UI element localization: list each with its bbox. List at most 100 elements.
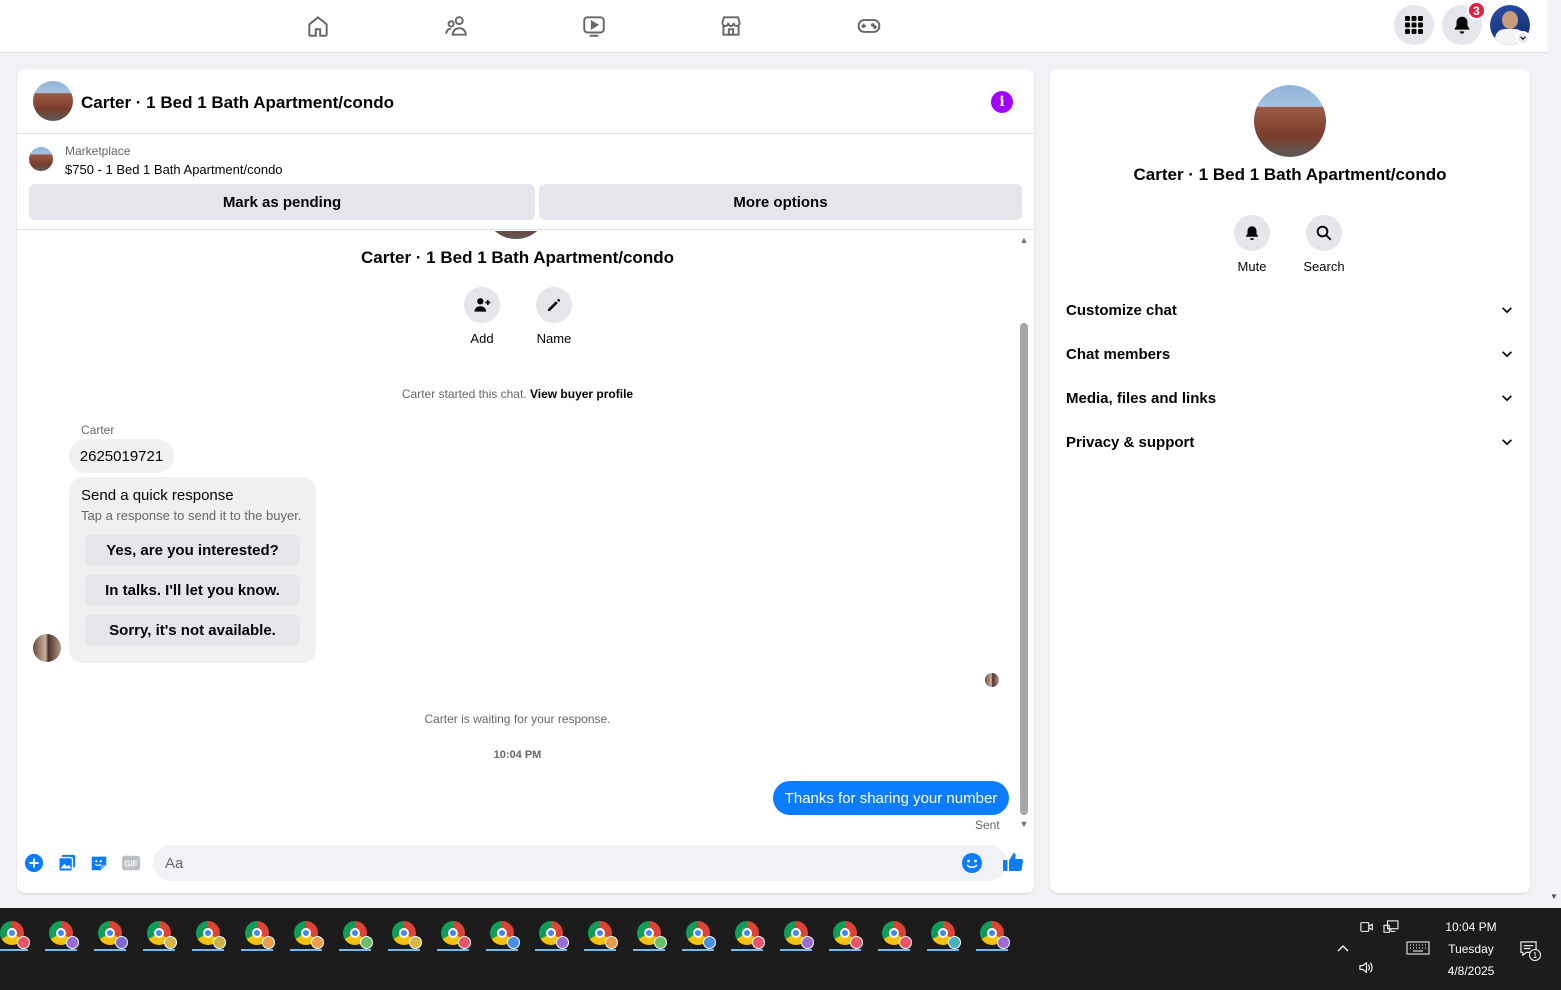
- section-label: Customize chat: [1066, 301, 1177, 319]
- chrome-icon: [980, 921, 1010, 949]
- notification-center-icon[interactable]: 1: [1519, 940, 1541, 961]
- view-buyer-profile-link[interactable]: View buyer profile: [530, 387, 633, 401]
- chrome-profile-taskbar-button[interactable]: [582, 918, 618, 951]
- search-button[interactable]: Search: [1289, 215, 1359, 274]
- section-privacy-support[interactable]: Privacy & support: [1058, 422, 1522, 462]
- chrome-profile-taskbar-button[interactable]: [141, 918, 177, 951]
- chrome-icon: [637, 921, 667, 949]
- friends-icon[interactable]: [436, 6, 476, 46]
- chrome-profile-taskbar-button[interactable]: [533, 918, 569, 951]
- chrome-icon: [392, 921, 422, 949]
- conversation-photo[interactable]: [1254, 85, 1326, 157]
- more-options-button[interactable]: More options: [539, 184, 1022, 220]
- marketplace-icon[interactable]: [711, 6, 751, 46]
- scrollbar-thumb[interactable]: [1020, 323, 1028, 815]
- chrome-profile-taskbar-button[interactable]: [386, 918, 422, 951]
- quick-response-title: Send a quick response: [81, 487, 234, 504]
- section-media-files-links[interactable]: Media, files and links: [1058, 378, 1522, 418]
- notifications-button[interactable]: 3: [1442, 1, 1486, 45]
- quick-response-option[interactable]: Yes, are you interested?: [85, 535, 300, 565]
- chevron-down-icon: [1502, 395, 1512, 402]
- active-indicator: [45, 949, 77, 951]
- plus-icon[interactable]: [23, 852, 45, 874]
- message-input[interactable]: [165, 845, 945, 881]
- chrome-profile-taskbar-button[interactable]: [729, 918, 765, 951]
- chrome-profile-taskbar-button[interactable]: [974, 918, 1010, 951]
- chrome-profile-taskbar-button[interactable]: [92, 918, 128, 951]
- chat-avatar[interactable]: [33, 81, 73, 121]
- quick-response-option[interactable]: In talks. I'll let you know.: [85, 575, 300, 605]
- add-button[interactable]: Add: [452, 287, 512, 346]
- chrome-icon: [882, 921, 912, 949]
- home-icon[interactable]: [298, 6, 338, 46]
- mark-as-pending-button[interactable]: Mark as pending: [29, 184, 535, 220]
- chrome-icon: [98, 921, 128, 949]
- scroll-down-arrow[interactable]: ▼: [1019, 819, 1029, 829]
- chrome-profile-taskbar-button[interactable]: [190, 918, 226, 951]
- profile-badge: [801, 936, 814, 949]
- chrome-profile-taskbar-button[interactable]: [631, 918, 667, 951]
- chrome-profile-taskbar-button[interactable]: [239, 918, 275, 951]
- page-scrollbar[interactable]: ▼: [1547, 0, 1561, 908]
- watch-icon[interactable]: [574, 6, 614, 46]
- chrome-profile-taskbar-button[interactable]: [925, 918, 961, 951]
- network-icon[interactable]: [1383, 920, 1399, 937]
- chat-started-text: Carter started this chat. View buyer pro…: [401, 387, 634, 401]
- chrome-icon: [147, 921, 177, 949]
- menu-grid-button[interactable]: [1394, 5, 1434, 45]
- like-icon[interactable]: [1001, 850, 1025, 874]
- chrome-icon: [931, 921, 961, 949]
- message-bubble[interactable]: 2625019721: [69, 439, 174, 473]
- chrome-profile-taskbar-button[interactable]: [43, 918, 79, 951]
- chrome-profile-taskbar-button[interactable]: [827, 918, 863, 951]
- sent-message-text: Thanks for sharing your number: [784, 789, 998, 807]
- listing-title[interactable]: $750 - 1 Bed 1 Bath Apartment/condo: [65, 162, 283, 177]
- timestamp: 10:04 PM: [493, 749, 542, 761]
- clock-date[interactable]: 4/8/2025: [1436, 964, 1506, 978]
- chrome-profile-taskbar-button[interactable]: [288, 918, 324, 951]
- meet-now-icon[interactable]: [1360, 920, 1374, 937]
- section-chat-members[interactable]: Chat members: [1058, 334, 1522, 374]
- profile-badge: [997, 936, 1010, 949]
- gif-icon[interactable]: GIF: [120, 852, 142, 874]
- chrome-icon: [833, 921, 863, 949]
- quick-response-option[interactable]: Sorry, it's not available.: [85, 615, 300, 645]
- chevron-up-icon[interactable]: [1336, 940, 1350, 956]
- message-text: 2625019721: [79, 447, 164, 465]
- chrome-profile-taskbar-button[interactable]: [876, 918, 912, 951]
- gaming-icon[interactable]: [849, 6, 889, 46]
- keyboard-icon[interactable]: [1406, 941, 1430, 958]
- info-icon[interactable]: i: [991, 91, 1013, 113]
- chrome-profile-taskbar-button[interactable]: [0, 918, 30, 951]
- listing-thumbnail[interactable]: [29, 147, 53, 171]
- clock-time[interactable]: 10:04 PM: [1436, 920, 1506, 934]
- chevron-down-icon[interactable]: [1516, 31, 1530, 45]
- mute-button[interactable]: Mute: [1217, 215, 1287, 274]
- chat-header: Carter · 1 Bed 1 Bath Apartment/condo i: [17, 69, 1034, 134]
- chrome-profile-taskbar-button[interactable]: [435, 918, 471, 951]
- scroll-up-arrow[interactable]: ▲: [1019, 235, 1029, 245]
- section-label: Media, files and links: [1066, 389, 1217, 407]
- grid-icon: [1405, 16, 1423, 34]
- chrome-profile-taskbar-button[interactable]: [778, 918, 814, 951]
- emoji-icon[interactable]: [961, 852, 983, 874]
- active-indicator: [633, 949, 665, 951]
- chrome-profile-taskbar-button[interactable]: [484, 918, 520, 951]
- sent-message-bubble[interactable]: Thanks for sharing your number: [773, 781, 1009, 815]
- section-customize-chat[interactable]: Customize chat: [1058, 290, 1522, 330]
- chat-title[interactable]: Carter · 1 Bed 1 Bath Apartment/condo: [81, 93, 394, 113]
- volume-icon[interactable]: [1358, 960, 1375, 978]
- photo-icon[interactable]: [56, 852, 78, 874]
- name-button[interactable]: Name: [524, 287, 584, 346]
- chrome-profile-taskbar-button[interactable]: [337, 918, 373, 951]
- clock-day[interactable]: Tuesday: [1436, 942, 1506, 956]
- profile-badge: [556, 936, 569, 949]
- chrome-profile-taskbar-button[interactable]: [680, 918, 716, 951]
- add-label: Add: [470, 331, 494, 346]
- marketplace-listing-bar: Marketplace $750 - 1 Bed 1 Bath Apartmen…: [17, 135, 1034, 230]
- sticker-icon[interactable]: [88, 852, 110, 874]
- scroll-down-arrow[interactable]: ▼: [1550, 892, 1558, 901]
- sender-avatar[interactable]: [33, 634, 61, 662]
- profile-badge: [262, 936, 275, 949]
- profile-badge: [752, 936, 765, 949]
